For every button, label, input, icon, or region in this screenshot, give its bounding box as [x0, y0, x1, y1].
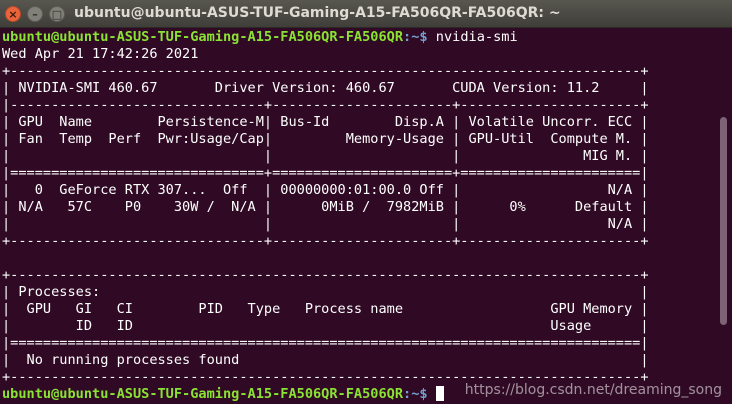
output-block: +---------------------------------------… — [0, 63, 714, 386]
output-line: |-------------------------------+-------… — [2, 97, 649, 113]
command-text: nvidia-smi — [435, 29, 518, 45]
output-line: | NVIDIA-SMI 460.67 Driver Version: 460.… — [2, 80, 649, 96]
command-line: ubuntu@ubuntu-ASUS-TUF-Gaming-A15-FA506Q… — [0, 29, 714, 46]
terminal-output[interactable]: ubuntu@ubuntu-ASUS-TUF-Gaming-A15-FA506Q… — [0, 29, 714, 404]
output-line: | 0 GeForce RTX 307... Off | 00000000:01… — [2, 182, 649, 198]
output-line: |=======================================… — [2, 335, 649, 351]
output-line: | ID ID Usage | — [2, 318, 649, 334]
output-line: | Processes: | — [2, 284, 649, 300]
output-line: | No running processes found | — [2, 352, 649, 368]
prompt-path: :~$ — [403, 29, 436, 45]
close-button[interactable]: × — [5, 6, 21, 22]
output-date: Wed Apr 21 17:42:26 2021 — [2, 46, 199, 62]
scrollbar[interactable] — [714, 29, 732, 404]
output-line: |===============================+=======… — [2, 165, 649, 181]
scrollbar-thumb[interactable] — [720, 117, 727, 325]
output-line: +-------------------------------+-------… — [2, 233, 649, 249]
maximize-button[interactable]: □ — [49, 6, 65, 22]
text-cursor — [435, 386, 444, 401]
output-line: | GPU GI CI PID Type Process name GPU Me… — [2, 301, 649, 317]
output-line: | | | N/A | — [2, 216, 649, 232]
final-prompt-user-host: ubuntu@ubuntu-ASUS-TUF-Gaming-A15-FA506Q… — [2, 386, 404, 402]
prompt-user-host: ubuntu@ubuntu-ASUS-TUF-Gaming-A15-FA506Q… — [2, 29, 404, 45]
watermark: https://blog.csdn.net/dreaming_song — [464, 382, 722, 398]
output-line: | | | MIG M. | — [2, 148, 649, 164]
output-line: | GPU Name Persistence-M| Bus-Id Disp.A … — [2, 114, 649, 130]
output-line: | N/A 57C P0 30W / N/A | 0MiB / 7982MiB … — [2, 199, 649, 215]
terminal-window: × – □ ubuntu@ubuntu-ASUS-TUF-Gaming-A15-… — [0, 0, 732, 404]
output-line: | Fan Temp Perf Pwr:Usage/Cap| Memory-Us… — [2, 131, 649, 147]
output-line: +---------------------------------------… — [2, 267, 649, 283]
minimize-button[interactable]: – — [27, 6, 43, 22]
title-bar[interactable]: × – □ ubuntu@ubuntu-ASUS-TUF-Gaming-A15-… — [0, 0, 732, 28]
output-line: +---------------------------------------… — [2, 63, 649, 79]
final-prompt-path: :~$ — [403, 386, 436, 402]
window-title: ubuntu@ubuntu-ASUS-TUF-Gaming-A15-FA506Q… — [74, 5, 561, 21]
